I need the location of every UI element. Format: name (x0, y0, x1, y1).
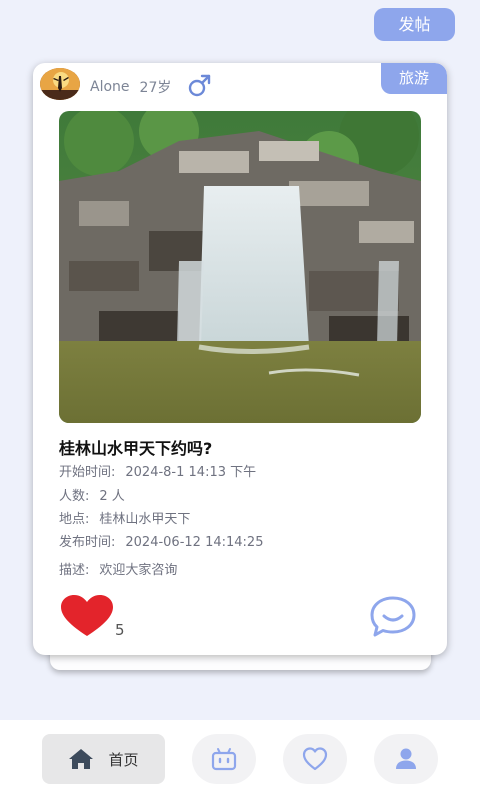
post-button[interactable]: 发帖 (374, 8, 455, 41)
info-start-time: 开始时间: 2024-8-1 14:13 下午 (59, 461, 256, 480)
app-screen: 发帖 旅游 Alone 27岁 桂林山水甲天下约吗? 开始时间: 2024-8-… (0, 0, 480, 800)
nav-profile[interactable] (374, 734, 438, 784)
category-tag: 旅游 (381, 63, 447, 94)
avatar-image (40, 68, 80, 100)
info-value: 2024-8-1 14:13 下午 (125, 465, 257, 480)
user-meta: Alone 27岁 (90, 74, 213, 98)
info-label: 人数: (59, 489, 90, 504)
user-icon (396, 748, 416, 769)
info-label: 发布时间: (59, 535, 116, 550)
info-value: 欢迎大家咨询 (99, 563, 178, 578)
avatar[interactable] (40, 68, 80, 100)
info-label: 描述: (59, 563, 90, 578)
home-icon (69, 749, 94, 769)
like-count: 5 (115, 621, 125, 639)
info-publish-time: 发布时间: 2024-06-12 14:14:25 (59, 531, 263, 550)
info-location: 地点: 桂林山水甲天下 (59, 508, 190, 527)
post-card[interactable]: 旅游 Alone 27岁 桂林山水甲天下约吗? 开始时间: 2024-8-1 1… (33, 63, 447, 655)
bottom-nav: 首页 (0, 720, 480, 800)
info-value: 桂林山水甲天下 (99, 512, 191, 527)
user-name[interactable]: Alone (90, 79, 130, 95)
info-label: 地点: (59, 512, 90, 527)
info-people-count: 人数: 2 人 (59, 485, 125, 504)
male-icon (189, 74, 211, 97)
like-area: 5 (60, 595, 125, 639)
post-title[interactable]: 桂林山水甲天下约吗? (59, 435, 212, 459)
nav-home-label: 首页 (108, 750, 139, 769)
info-value: 2024-06-12 14:14:25 (125, 535, 264, 550)
robot-icon (211, 748, 237, 771)
info-description: 描述: 欢迎大家咨询 (59, 559, 177, 578)
nav-robot[interactable] (192, 734, 256, 784)
comment-icon[interactable] (369, 595, 417, 639)
info-label: 开始时间: (59, 465, 116, 480)
nav-favorites[interactable] (283, 734, 347, 784)
waterfall-photo (59, 111, 421, 423)
post-cover-image[interactable] (59, 111, 421, 423)
user-age: 27岁 (139, 80, 172, 96)
heart-outline-icon (302, 747, 328, 771)
heart-icon[interactable] (60, 595, 114, 637)
nav-home[interactable]: 首页 (42, 734, 165, 784)
info-value: 2 人 (99, 489, 125, 504)
